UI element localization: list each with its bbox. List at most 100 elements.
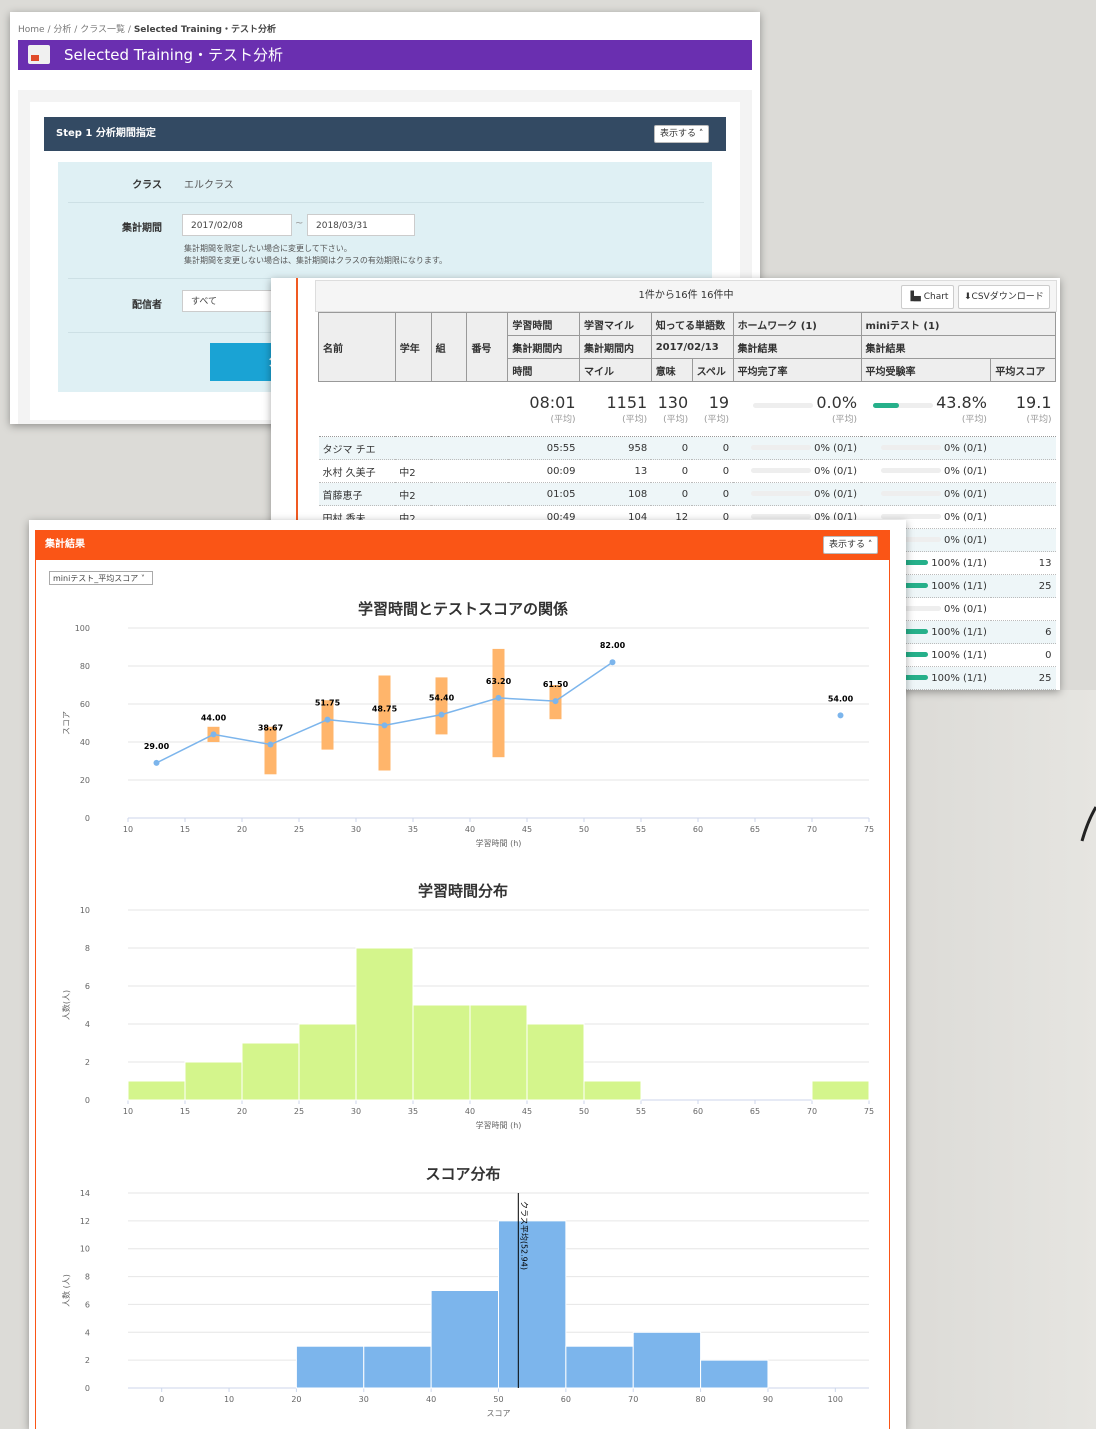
distributor-select[interactable]: すべて — [182, 290, 282, 312]
histogram-bar — [700, 1359, 769, 1389]
histogram-bar — [498, 1220, 567, 1389]
avg-label: (平均) — [663, 415, 689, 425]
table-row[interactable]: 水村 久美子 中2 00:09 13 0 0 0% (0/1) 0% (0/1) — [318, 459, 1056, 483]
histogram-bar — [355, 947, 414, 1101]
y-tick-label: 10 — [80, 906, 90, 915]
period-tilde: ~ — [295, 218, 304, 229]
data-point — [837, 712, 844, 719]
x-tick-label: 80 — [695, 1395, 705, 1404]
x-tick-label: 75 — [864, 1107, 874, 1116]
cell-name[interactable]: タジマ チエ — [318, 436, 396, 460]
col-grade[interactable]: 学年 — [394, 312, 432, 382]
hw-value: 0% (0/1) — [814, 465, 858, 477]
range-bar — [492, 648, 505, 758]
breadcrumb-separator: / — [127, 25, 131, 35]
cell-score — [990, 436, 1056, 460]
breadcrumb-home[interactable]: Home — [18, 25, 45, 35]
x-axis-label: 学習時間 (h) — [476, 1120, 522, 1130]
cell-time: 01:05 — [507, 482, 580, 506]
data-point — [267, 741, 274, 748]
step1-toggle-label: 表示する — [660, 129, 697, 139]
table-caption-bar: 1件から16件 16件中 ▐▄ Chart ⬇CSVダウンロード — [315, 280, 1057, 312]
date-from-input[interactable]: 2017/02/08 — [182, 214, 292, 236]
breadcrumb-analysis[interactable]: 分析 — [53, 25, 71, 35]
mt-progress-bar — [880, 445, 941, 450]
decorative-arc — [1080, 806, 1096, 842]
col-name[interactable]: 名前 — [318, 312, 396, 382]
y-tick-label: 80 — [80, 662, 90, 671]
cell-score — [990, 459, 1056, 483]
data-point — [495, 694, 502, 701]
period-hint-1: 集計期間を限定したい場合に変更して下さい。 — [184, 244, 352, 253]
breadcrumb-class-list[interactable]: クラス一覧 — [80, 25, 125, 35]
summary-meaning: 130 — [657, 393, 689, 412]
col-mile[interactable]: マイル — [579, 358, 652, 382]
x-axis-label: 学習時間 (h) — [476, 838, 522, 848]
y-tick-label: 60 — [80, 700, 90, 709]
data-label: 63.20 — [486, 677, 512, 686]
col-number[interactable]: 番号 — [466, 312, 509, 382]
x-tick-label: 65 — [750, 1107, 760, 1116]
x-tick-label: 70 — [628, 1395, 638, 1404]
x-tick-label: 20 — [237, 1107, 247, 1116]
y-tick-label: 4 — [85, 1328, 90, 1337]
cell-name[interactable]: 首藤恵子 — [318, 482, 396, 506]
histogram-bar — [241, 1042, 300, 1101]
class-label: クラス — [132, 180, 162, 191]
data-point — [609, 659, 616, 666]
data-point — [381, 722, 388, 729]
cell-grade — [395, 436, 432, 460]
chart-button[interactable]: ▐▄ Chart — [901, 285, 955, 309]
summary-mile: 1151 — [606, 393, 648, 412]
data-point — [153, 759, 160, 766]
breadcrumb-separator: / — [47, 25, 51, 35]
mt-value: 0% (0/1) — [943, 465, 987, 477]
step1-toggle-button[interactable]: 表示する ˄ — [654, 125, 710, 143]
download-icon: ⬇ — [964, 292, 972, 302]
x-tick-label: 40 — [465, 825, 475, 834]
table-row[interactable]: 首藤恵子 中2 01:05 108 0 0 0% (0/1) 0% (0/1) — [318, 482, 1056, 506]
y-tick-label: 4 — [85, 1020, 90, 1029]
cell-spell: 0 — [692, 482, 734, 506]
cell-mile: 958 — [579, 436, 652, 460]
cell-name[interactable]: 水村 久美子 — [318, 459, 396, 483]
hw-value: 0% (0/1) — [814, 442, 858, 454]
histogram-bar — [632, 1331, 702, 1389]
mt-value: 100% (1/1) — [931, 580, 987, 592]
col-avg-score[interactable]: 平均スコア — [990, 358, 1056, 382]
avg-label: (平均) — [622, 415, 648, 425]
col-study-time: 学習時間 — [507, 312, 581, 336]
cell-score: 0 — [990, 643, 1056, 667]
col-meaning[interactable]: 意味 — [650, 358, 693, 382]
data-label: 29.00 — [144, 742, 170, 751]
date-to-input[interactable]: 2018/03/31 — [307, 214, 415, 236]
col-group[interactable]: 組 — [430, 312, 468, 382]
x-tick-label: 70 — [807, 825, 817, 834]
cell-minitest: 0% (0/1) — [861, 482, 991, 506]
x-tick-label: 10 — [123, 825, 133, 834]
histogram-bar — [565, 1345, 634, 1389]
period-label: 集計期間 — [122, 223, 162, 234]
class-value: エルクラス — [184, 180, 234, 191]
x-tick-label: 30 — [351, 1107, 361, 1116]
col-study-mile: 学習マイル — [579, 312, 652, 336]
cell-grade: 中2 — [395, 459, 432, 483]
data-point — [552, 698, 559, 705]
y-tick-label: 0 — [85, 814, 90, 823]
cell-score — [990, 482, 1056, 506]
col-spell[interactable]: スペル — [691, 358, 734, 382]
table-row[interactable]: タジマ チエ 05:55 958 0 0 0% (0/1) 0% (0/1) — [318, 436, 1056, 460]
x-tick-label: 45 — [522, 1107, 532, 1116]
hw-progress-bar — [750, 514, 811, 519]
csv-download-button[interactable]: ⬇CSVダウンロード — [958, 285, 1050, 309]
y-tick-label: 8 — [85, 1273, 90, 1282]
col-mt-result: 集計結果 — [860, 335, 1057, 359]
histogram-bar — [363, 1345, 432, 1389]
x-tick-label: 50 — [579, 825, 589, 834]
y-tick-label: 12 — [80, 1217, 90, 1226]
col-exam-rate[interactable]: 平均受験率 — [860, 358, 992, 382]
mt-progress-bar — [880, 491, 941, 496]
col-completion[interactable]: 平均完了率 — [732, 358, 862, 382]
col-time[interactable]: 時間 — [507, 358, 581, 382]
x-tick-label: 40 — [426, 1395, 436, 1404]
